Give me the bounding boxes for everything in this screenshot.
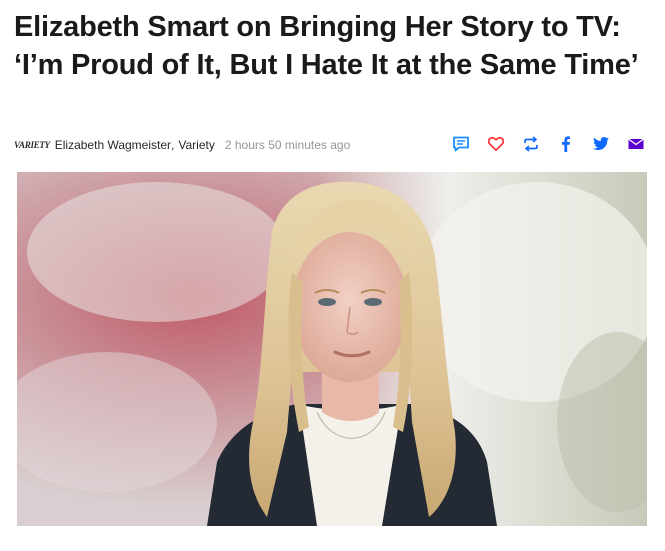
- byline-separator: ,: [171, 138, 175, 152]
- comment-icon: [452, 136, 469, 152]
- twitter-icon: [592, 137, 609, 150]
- retweet-icon: [523, 136, 538, 152]
- article: Elizabeth Smart on Bringing Her Story to…: [0, 0, 665, 551]
- facebook-share-button[interactable]: [548, 131, 583, 157]
- author-name[interactable]: Elizabeth Wagmeister: [55, 138, 171, 152]
- byline: VARIETY Elizabeth Wagmeister, Variety 2 …: [14, 134, 350, 156]
- source-logo[interactable]: VARIETY: [14, 140, 50, 150]
- email-share-button[interactable]: [618, 131, 653, 157]
- hero-photo: [17, 172, 647, 526]
- comment-button[interactable]: [443, 131, 478, 157]
- favorite-button[interactable]: [478, 131, 513, 157]
- mail-icon: [627, 138, 644, 149]
- hero-image[interactable]: [17, 172, 647, 526]
- provider-name[interactable]: Variety: [178, 138, 214, 152]
- twitter-share-button[interactable]: [583, 131, 618, 157]
- share-actions: [443, 131, 653, 157]
- publish-timestamp: 2 hours 50 minutes ago: [224, 138, 351, 152]
- retweet-button[interactable]: [513, 131, 548, 157]
- heart-icon: [487, 137, 504, 152]
- facebook-icon: [561, 136, 570, 152]
- article-headline: Elizabeth Smart on Bringing Her Story to…: [14, 11, 639, 81]
